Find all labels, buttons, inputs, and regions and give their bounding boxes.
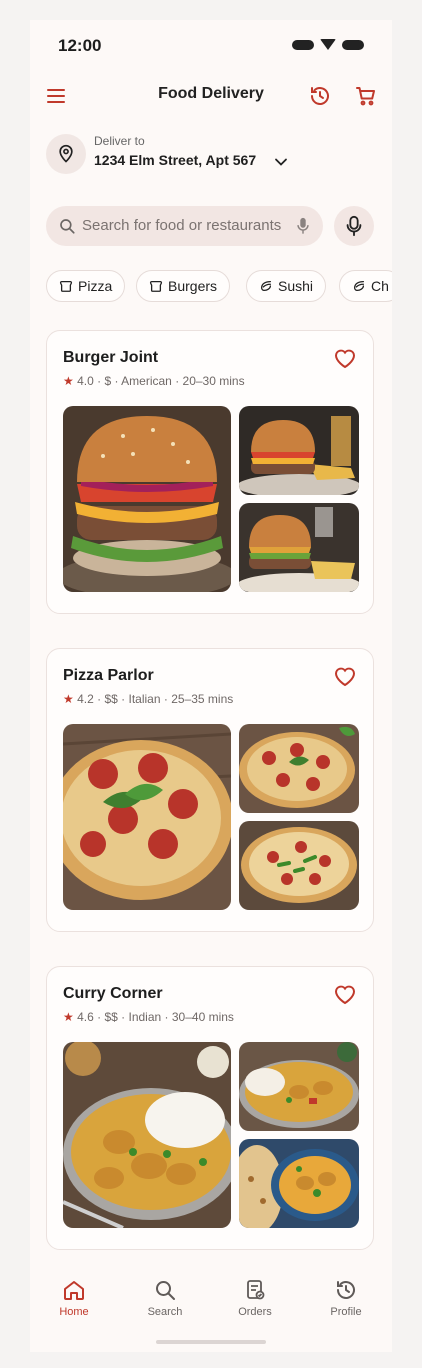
home-icon [64,1281,84,1300]
noodles-icon [353,280,365,292]
chip-label: Pizza [78,278,113,294]
favorite-heart-icon[interactable] [333,347,357,373]
restaurant-meta: ★ 4.6 · $$ · Indian · 30–40 mins [63,1010,234,1024]
chip-sushi[interactable]: Sushi [246,270,327,302]
cuisine: American [121,374,172,388]
restaurant-name: Pizza Parlor [63,667,154,684]
star-icon: ★ [63,692,74,706]
rating: 4.0 [77,374,94,388]
signal-icon [292,39,314,50]
wifi-icon [320,39,336,50]
food-photo-3[interactable] [239,821,359,910]
battery-icon [342,39,364,50]
favorite-heart-icon[interactable] [333,665,357,691]
bottom-navigation: Home Search Orders Profile [30,1278,392,1328]
delivery-time: 30–40 mins [171,1010,234,1024]
rating: 4.6 [77,1010,94,1024]
history-icon [337,1281,355,1299]
food-photo-3[interactable] [239,503,359,592]
price-level: $ [104,374,112,388]
delivery-time: 25–35 mins [171,692,234,706]
page-title: Food Delivery [158,85,264,102]
nav-search-label: Search [147,1306,183,1318]
restaurant-card-pizza-parlor[interactable]: Pizza Parlor ★ 4.2 · $$ · Italian · 25–3… [46,648,374,932]
cart-icon[interactable] [352,82,380,110]
top-app-bar: Food Delivery [30,76,392,116]
cuisine: Indian [128,1010,162,1024]
nav-home[interactable]: Home [39,1278,109,1318]
food-photo-main[interactable] [63,406,231,592]
nav-search[interactable]: Search [130,1278,200,1318]
star-icon: ★ [63,1010,74,1024]
sushi-icon [260,280,272,292]
restaurant-meta: ★ 4.0 · $ · American · 20–30 mins [63,374,245,388]
price-level: $$ [104,692,118,706]
nav-home-label: Home [59,1306,89,1318]
nav-orders-label: Orders [238,1306,272,1318]
deliver-to-label: Deliver to [94,134,145,148]
burger-icon [149,280,163,292]
food-photo-3[interactable] [239,1139,359,1228]
search-icon [156,1281,175,1300]
nav-orders[interactable]: Orders [220,1278,290,1318]
food-photo-2[interactable] [239,724,359,813]
chip-pizza[interactable]: Pizza [46,270,126,302]
category-chips: Pizza Burgers Sushi Ch [46,270,392,306]
chip-label: Ch [371,278,389,294]
rating: 4.2 [77,692,94,706]
delivery-time: 20–30 mins [182,374,245,388]
chip-chinese[interactable]: Ch [339,270,392,302]
price-level: $$ [104,1010,118,1024]
restaurant-card-burger-joint[interactable]: Burger Joint ★ 4.0 · $ · American · 20–3… [46,330,374,614]
search-input[interactable]: Search for food or restaurants [46,206,323,246]
chip-label: Burgers [168,278,218,294]
phone-screen: 12:00 Food Delivery Deliver to 1234 Elm … [30,20,392,1352]
search-placeholder: Search for food or restaurants [82,217,282,234]
food-photo-2[interactable] [239,1042,359,1131]
nav-profile[interactable]: Profile [311,1278,381,1318]
star-icon: ★ [63,374,74,388]
location-pin-icon [46,134,86,174]
voice-input-icon[interactable] [295,217,311,239]
search-icon [58,217,76,239]
favorite-heart-icon[interactable] [333,983,357,1009]
home-indicator [156,1340,266,1344]
status-icons [292,39,364,50]
pizza-icon [59,280,73,292]
voice-search-button[interactable] [334,206,374,246]
chip-label: Sushi [278,278,314,294]
restaurant-name: Burger Joint [63,349,159,366]
delivery-location[interactable]: Deliver to 1234 Elm Street, Apt 567 [46,132,376,176]
chevron-down-icon[interactable] [274,154,288,173]
orders-icon [247,1280,265,1300]
food-photo-2[interactable] [239,406,359,495]
status-time: 12:00 [58,36,102,55]
food-photo-main[interactable] [63,724,231,910]
cuisine: Italian [128,692,161,706]
restaurant-card-curry-corner[interactable]: Curry Corner ★ 4.6 · $$ · Indian · 30–40… [46,966,374,1250]
history-icon[interactable] [306,82,334,110]
status-bar: 12:00 [30,20,392,72]
nav-profile-label: Profile [330,1306,362,1318]
restaurant-meta: ★ 4.2 · $$ · Italian · 25–35 mins [63,692,234,706]
food-photo-main[interactable] [63,1042,231,1228]
restaurant-name: Curry Corner [63,985,163,1002]
delivery-address: 1234 Elm Street, Apt 567 [94,152,257,168]
chip-burgers[interactable]: Burgers [136,270,231,302]
